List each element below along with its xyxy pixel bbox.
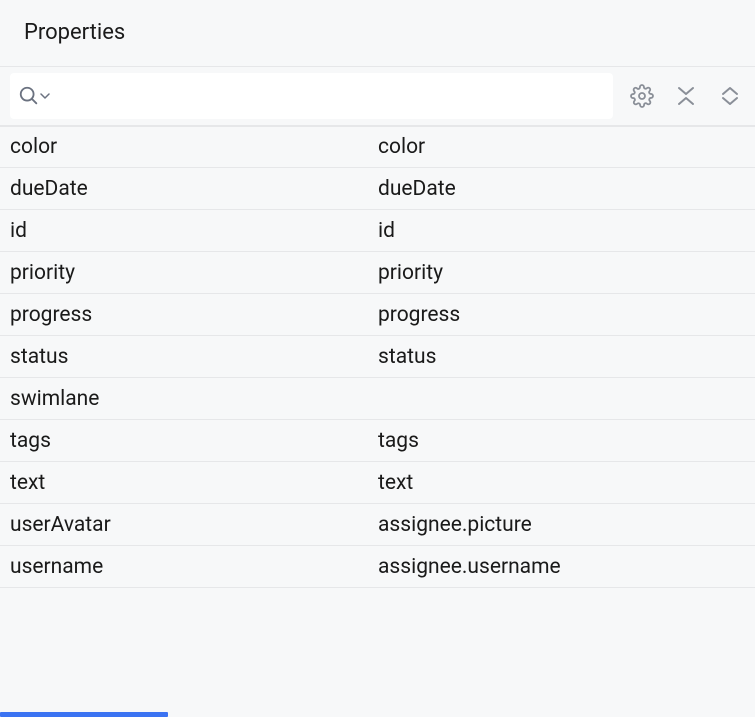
table-row[interactable]: progress progress [0, 294, 755, 336]
table-row[interactable]: color color [0, 126, 755, 168]
property-value[interactable]: dueDate [368, 177, 755, 201]
tab-bar: Properties [0, 0, 755, 66]
table-row[interactable]: tags tags [0, 420, 755, 462]
expand-all-button[interactable] [713, 79, 747, 113]
tab-active-indicator [0, 712, 168, 717]
properties-grid: color color dueDate dueDate id id priori… [0, 126, 755, 716]
search-icon [18, 85, 50, 107]
chevron-up-icon [721, 86, 739, 96]
property-value[interactable]: text [368, 471, 755, 495]
property-key: progress [0, 303, 368, 327]
chevron-up-icon [677, 96, 695, 106]
property-value[interactable]: assignee.username [368, 555, 755, 579]
table-row[interactable]: priority priority [0, 252, 755, 294]
tab-properties[interactable]: Properties [0, 0, 149, 65]
property-key: status [0, 345, 368, 369]
table-row[interactable]: status status [0, 336, 755, 378]
table-row[interactable]: username assignee.username [0, 546, 755, 588]
table-row[interactable]: dueDate dueDate [0, 168, 755, 210]
property-value[interactable]: priority [368, 261, 755, 285]
property-key: id [0, 219, 368, 243]
property-key: dueDate [0, 177, 368, 201]
settings-button[interactable] [625, 79, 659, 113]
property-key: color [0, 135, 368, 159]
table-row[interactable]: userAvatar assignee.picture [0, 504, 755, 546]
property-value[interactable]: color [368, 135, 755, 159]
property-key: text [0, 471, 368, 495]
property-key: username [0, 555, 368, 579]
table-row[interactable]: swimlane [0, 378, 755, 420]
property-key: tags [0, 429, 368, 453]
search-field[interactable] [10, 73, 613, 119]
property-value[interactable]: status [368, 345, 755, 369]
property-key: priority [0, 261, 368, 285]
properties-panel: Properties [0, 0, 755, 716]
toolbar [0, 66, 755, 126]
gear-icon [630, 84, 654, 108]
table-row[interactable]: id id [0, 210, 755, 252]
chevron-down-icon [721, 96, 739, 106]
collapse-all-button[interactable] [669, 79, 703, 113]
toolbar-actions [615, 79, 747, 113]
property-value[interactable]: id [368, 219, 755, 243]
property-value[interactable]: tags [368, 429, 755, 453]
search-input[interactable] [56, 85, 605, 108]
table-row[interactable]: text text [0, 462, 755, 504]
property-value[interactable]: assignee.picture [368, 513, 755, 537]
chevron-down-icon [40, 91, 50, 101]
property-value[interactable]: progress [368, 303, 755, 327]
tab-label: Properties [24, 20, 125, 45]
chevron-down-icon [677, 86, 695, 96]
property-key: userAvatar [0, 513, 368, 537]
property-key: swimlane [0, 387, 368, 411]
